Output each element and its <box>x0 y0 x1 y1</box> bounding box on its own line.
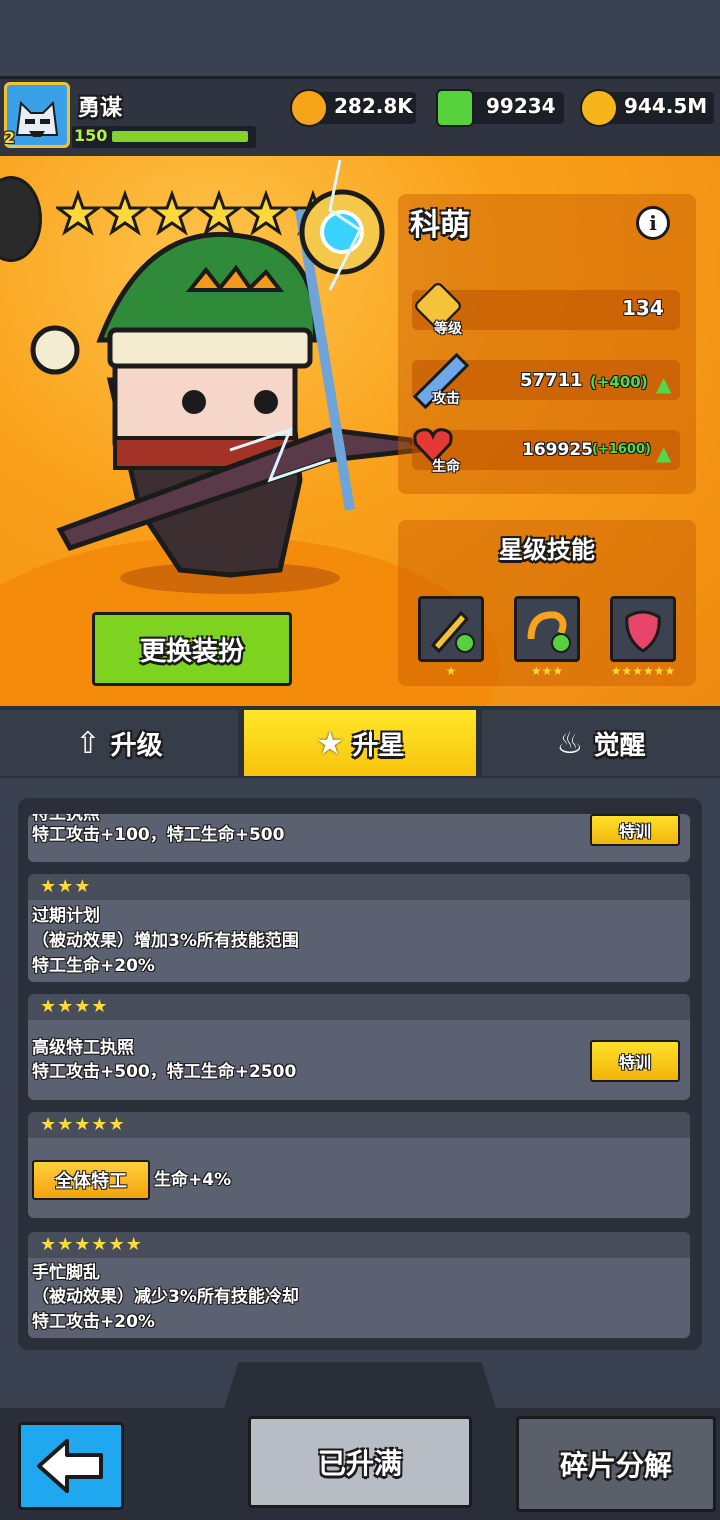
card-2-line-1: 特工攻击+500，特工生命+2500 <box>32 1062 297 1082</box>
info-icon[interactable]: i <box>636 206 670 240</box>
star-icon: ★ <box>315 724 345 762</box>
gold-coin-icon <box>580 89 618 127</box>
bottom-center-tab <box>222 1362 498 1414</box>
skill-slot-1[interactable] <box>418 596 484 662</box>
train-button-0[interactable]: 特训 <box>590 814 680 846</box>
elixir-drop-icon <box>290 89 328 127</box>
card-4-title: 手忙脚乱 <box>32 1263 100 1283</box>
train-button-2[interactable]: 特训 <box>590 1040 680 1082</box>
tab-upgrade[interactable]: ⇧ 升级 <box>0 710 238 776</box>
skill-slot-3[interactable] <box>610 596 676 662</box>
shard-decompose-button[interactable]: 碎片分解 <box>516 1416 716 1512</box>
star-skills-title: 星级技能 <box>499 536 595 564</box>
attack-value: 57711 <box>520 370 583 391</box>
star-card-3: ★★★★★ 全体特工 生命+4% <box>28 1112 690 1218</box>
card-4-stars: ★★★★★★ <box>40 1234 143 1255</box>
card-1-stars: ★★★ <box>40 876 92 897</box>
gem-value: 99234 <box>486 94 556 118</box>
attack-bonus: (+400) <box>590 373 648 391</box>
vip-level: 2 <box>4 128 16 147</box>
swirl-plus-icon <box>527 611 571 653</box>
hp-up-arrow-icon: ▲ <box>656 441 672 465</box>
back-button[interactable] <box>18 1422 124 1510</box>
flame-icon: ♨ <box>556 725 584 761</box>
card-0-line-1: 特工攻击+100，特工生命+500 <box>32 825 285 845</box>
tab-star-up-label: 升星 <box>352 730 405 761</box>
maxed-button[interactable]: 已升满 <box>248 1416 472 1508</box>
xp-bar-fill <box>112 131 248 142</box>
gold-value: 944.5M <box>624 94 708 118</box>
hero-character <box>30 159 426 594</box>
tab-star-up[interactable]: ★ 升星 <box>244 710 476 776</box>
card-3-stars: ★★★★★ <box>40 1114 126 1135</box>
hp-value: 169925 <box>522 440 593 460</box>
skill-slot-2[interactable] <box>514 596 580 662</box>
card-2-title: 高级特工执照 <box>32 1038 134 1058</box>
skill-1-stars: ★ <box>445 664 457 678</box>
elixir-value: 282.8K <box>334 94 413 118</box>
attack-up-arrow-icon: ▲ <box>656 372 672 396</box>
card-1-title: 过期计划 <box>32 906 100 926</box>
card-1-line-2: 特工生命+20% <box>32 956 155 976</box>
star-card-4: ★★★★★★ 手忙脚乱 （被动效果）减少3%所有技能冷却 特工攻击+20% <box>28 1232 690 1338</box>
all-agents-tag: 全体特工 <box>32 1160 150 1200</box>
card-4-line-2: 特工攻击+20% <box>32 1312 155 1332</box>
sword-plus-icon <box>430 610 475 654</box>
player-name: 勇谋 <box>78 96 123 121</box>
wolf-avatar-icon <box>15 100 59 137</box>
level-label: 等级 <box>434 321 462 337</box>
card-1-line-1: （被动效果）增加3%所有技能范围 <box>32 931 299 951</box>
change-outfit-button[interactable]: 更换装扮 <box>92 612 292 686</box>
hp-label: 生命 <box>432 459 460 475</box>
arrow-up-icon: ⇧ <box>75 725 101 761</box>
level-value: 134 <box>622 296 664 320</box>
tab-awaken-label: 觉醒 <box>593 730 646 761</box>
skill-2-stars: ★★★ <box>530 664 564 678</box>
card-4-line-1: （被动效果）减少3%所有技能冷却 <box>32 1287 299 1307</box>
card-3-effect: 生命+4% <box>154 1170 232 1190</box>
back-arrow-icon <box>37 1439 103 1493</box>
hp-bonus: (+1600) <box>592 442 651 457</box>
tab-upgrade-label: 升级 <box>110 730 163 761</box>
star-card-1: ★★★ 过期计划 （被动效果）增加3%所有技能范围 特工生命+20% <box>28 874 690 982</box>
green-gem-icon <box>436 89 474 127</box>
skill-3-stars: ★★★★★★ <box>610 664 676 678</box>
shield-swirl-icon <box>625 610 661 653</box>
tab-awaken[interactable]: ♨ 觉醒 <box>482 710 720 776</box>
attack-label: 攻击 <box>432 391 460 407</box>
card-2-stars: ★★★★ <box>40 996 109 1017</box>
player-level: 150 <box>74 126 108 145</box>
hero-name: 科萌 <box>410 208 470 243</box>
